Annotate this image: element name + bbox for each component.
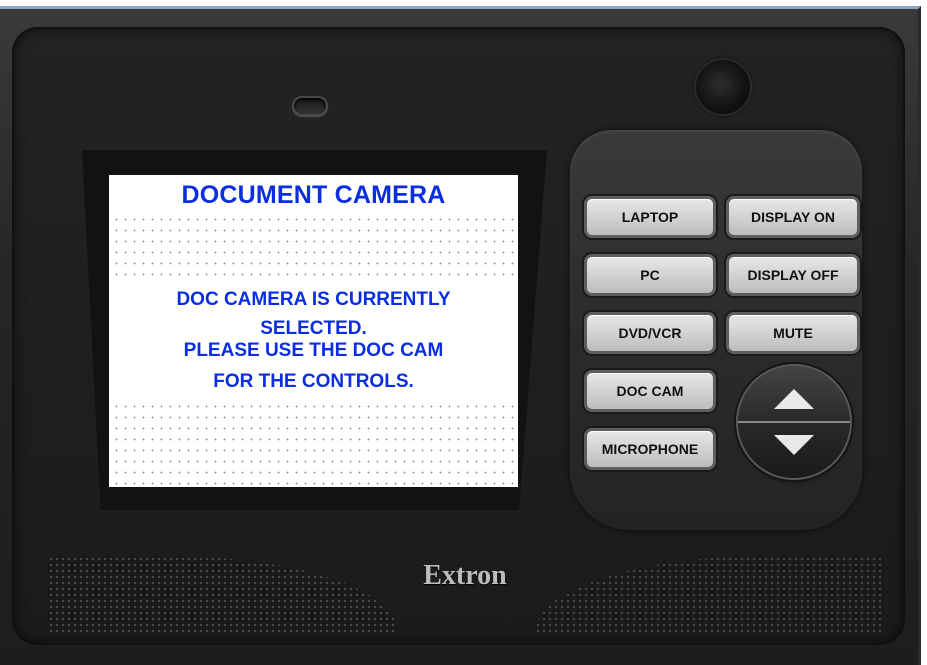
microphone-button[interactable]: MICROPHONE bbox=[584, 428, 716, 470]
display-off-button[interactable]: DISPLAY OFF bbox=[726, 254, 860, 296]
brand-logo: Extron bbox=[423, 560, 507, 591]
volume-rocker bbox=[738, 366, 850, 478]
doc-cam-button-label: DOC CAM bbox=[616, 383, 684, 399]
volume-up-button[interactable] bbox=[738, 366, 850, 422]
screen-title: DOCUMENT CAMERA bbox=[181, 181, 446, 209]
mute-button-label: MUTE bbox=[773, 325, 813, 341]
dvd-vcr-button[interactable]: DVD/VCR bbox=[584, 312, 716, 354]
laptop-button[interactable]: LAPTOP bbox=[584, 196, 716, 238]
display-on-button-label: DISPLAY ON bbox=[750, 209, 836, 225]
display-off-button-label: DISPLAY OFF bbox=[747, 267, 839, 283]
screen-message-line: FOR THE CONTROLS. bbox=[213, 371, 414, 392]
screen-message: DOC CAMERA IS CURRENTLY SELECTED. PLEASE… bbox=[109, 287, 518, 394]
display-on-button[interactable]: DISPLAY ON bbox=[726, 196, 860, 238]
volume-down-button[interactable] bbox=[738, 422, 850, 478]
rocker-divider bbox=[738, 421, 850, 423]
triangle-up-icon bbox=[774, 389, 814, 409]
dvd-vcr-button-label: DVD/VCR bbox=[618, 325, 682, 341]
touch-screen-display: DOCUMENT CAMERA DOC CAMERA IS CURRENTLY … bbox=[109, 175, 518, 487]
touch-panel-window: DOCUMENT CAMERA DOC CAMERA IS CURRENTLY … bbox=[0, 0, 927, 665]
laptop-button-label: LAPTOP bbox=[621, 209, 679, 225]
pc-button-label: PC bbox=[640, 267, 660, 283]
screen-message-line: PLEASE USE THE DOC CAM bbox=[183, 340, 444, 361]
status-led-indicator bbox=[292, 96, 328, 116]
microphone-button-label: MICROPHONE bbox=[601, 441, 699, 457]
screen-message-line: DOC CAMERA IS CURRENTLY bbox=[176, 289, 451, 310]
pc-button[interactable]: PC bbox=[584, 254, 716, 296]
mute-button[interactable]: MUTE bbox=[726, 312, 860, 354]
doc-cam-button[interactable]: DOC CAM bbox=[584, 370, 716, 412]
triangle-down-icon bbox=[774, 435, 814, 455]
camera-lens-icon bbox=[696, 60, 750, 114]
